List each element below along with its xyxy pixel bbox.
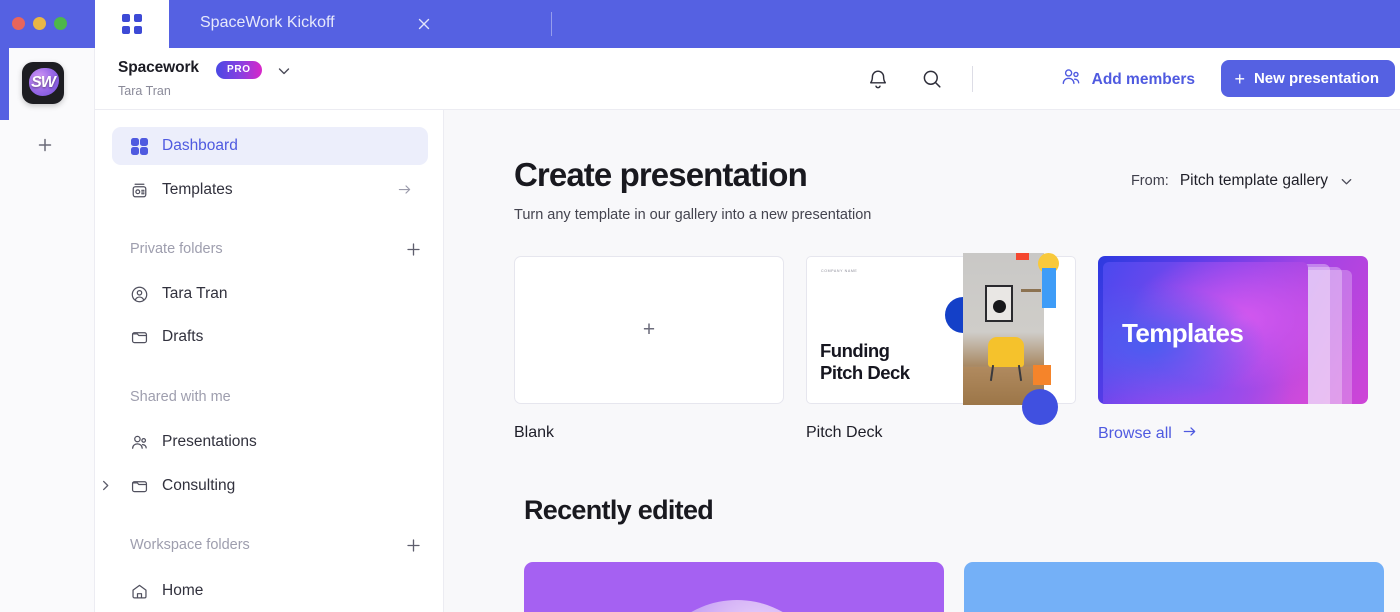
sidebar-item-dashboard[interactable]: Dashboard	[112, 127, 428, 165]
browse-all-label: Browse all	[1098, 425, 1172, 442]
rail-active-strip	[0, 48, 9, 120]
chevron-down-icon[interactable]	[1339, 174, 1354, 189]
home-icon	[130, 582, 149, 601]
templates-card-word: Templates	[1122, 318, 1244, 348]
people-icon	[1060, 66, 1082, 93]
folder-icon	[130, 477, 149, 496]
photo-wall-lamp	[1021, 289, 1041, 292]
folder-icon	[130, 328, 149, 347]
main-content: Create presentation Turn any template in…	[444, 110, 1400, 612]
add-workspace-folder-icon[interactable]	[405, 537, 422, 554]
template-card-pitch-deck[interactable]: Company name January 2024 Funding Pitch …	[806, 253, 1076, 425]
sidebar-item-label: Dashboard	[162, 137, 238, 154]
app-icon-initials: SW	[31, 74, 56, 91]
sidebar-item-tara-tran[interactable]: Tara Tran	[112, 275, 428, 313]
slide-title-line1: Funding	[820, 340, 890, 361]
slide-decor-violet-circle	[1022, 389, 1058, 425]
recently-edited-title: Recently edited	[524, 495, 714, 525]
spacework-app-icon[interactable]: SW	[22, 62, 64, 104]
user-circle-icon	[130, 285, 149, 304]
photo-yellow-chair	[988, 337, 1024, 367]
slide-decor-red-bar	[1016, 253, 1029, 260]
add-members-label: Add members	[1091, 70, 1195, 88]
workspace-user: Tara Tran	[118, 84, 171, 98]
bell-icon[interactable]	[866, 67, 890, 91]
page-title: Create presentation	[514, 156, 808, 193]
sidebar-item-label: Drafts	[162, 328, 204, 345]
recent-presentation-card-1[interactable]	[524, 562, 944, 612]
slide-title: Funding Pitch Deck	[820, 340, 910, 384]
new-presentation-label: New presentation	[1253, 70, 1379, 87]
plan-badge: PRO	[216, 61, 262, 79]
tab-divider	[551, 12, 552, 36]
maximize-window-button[interactable]	[54, 17, 67, 30]
window-traffic-lights	[12, 17, 67, 30]
sidebar-item-home[interactable]: Home	[112, 572, 428, 610]
header-divider	[972, 66, 973, 92]
sidebar: Dashboard Templates Private folders Tara…	[95, 110, 444, 612]
arrow-right-icon	[1182, 424, 1197, 444]
app-header: Spacework PRO Tara Tran Add members + Ne…	[95, 48, 1400, 110]
slide-decor-orange-square	[1033, 365, 1051, 385]
template-label-blank: Blank	[514, 424, 555, 441]
sidebar-item-label: Presentations	[162, 433, 257, 450]
plus-icon: +	[642, 318, 656, 341]
sidebar-item-label: Home	[162, 582, 204, 599]
template-card-templates-gallery[interactable]: Templates	[1098, 256, 1368, 404]
os-app-rail: SW	[0, 0, 95, 612]
sidebar-item-label: Templates	[162, 181, 233, 198]
arrow-right-icon[interactable]	[397, 182, 412, 197]
template-label-pitch-deck: Pitch Deck	[806, 424, 883, 441]
from-label: From:	[1130, 173, 1169, 189]
grid-icon	[122, 14, 142, 34]
browse-all-link[interactable]: Browse all	[1098, 424, 1197, 444]
close-window-button[interactable]	[12, 17, 25, 30]
slide-company-name: Company name	[821, 269, 858, 273]
people-icon	[130, 433, 149, 452]
sidebar-item-label: Tara Tran	[162, 285, 228, 302]
close-icon[interactable]	[415, 15, 433, 33]
recent-presentation-card-2[interactable]	[964, 562, 1384, 612]
add-private-folder-icon[interactable]	[405, 241, 422, 258]
chevron-down-icon[interactable]	[276, 63, 292, 79]
app-window: SW SpaceWork Kickoff Spacework PRO Tara …	[0, 0, 1400, 612]
minimize-window-button[interactable]	[33, 17, 46, 30]
plus-icon: +	[1234, 68, 1245, 89]
new-presentation-button[interactable]: + New presentation	[1221, 60, 1395, 97]
sidebar-section-private-folders: Private folders	[130, 241, 223, 257]
sidebar-section-workspace-folders: Workspace folders	[130, 537, 250, 553]
from-value: Pitch template gallery	[1179, 172, 1328, 189]
sidebar-item-templates[interactable]: Templates	[112, 171, 428, 209]
sidebar-item-consulting[interactable]: Consulting	[102, 467, 428, 505]
chevron-right-icon[interactable]	[99, 479, 112, 492]
slide-interior-photo	[963, 253, 1044, 405]
sidebar-item-drafts[interactable]: Drafts	[112, 318, 428, 356]
recent-card-1-orb	[644, 600, 830, 612]
browser-tab-bar: SpaceWork Kickoff	[95, 0, 1400, 48]
sidebar-item-label: Consulting	[162, 477, 236, 494]
page-subtitle: Turn any template in our gallery into a …	[514, 207, 872, 223]
add-workspace-icon[interactable]	[36, 136, 54, 154]
slide-title-line2: Pitch Deck	[820, 361, 910, 383]
sidebar-section-shared-with-me: Shared with me	[130, 389, 231, 405]
template-source-dropdown[interactable]: From: Pitch template gallery	[1131, 172, 1354, 190]
templates-icon	[130, 181, 149, 200]
search-icon[interactable]	[920, 67, 944, 91]
grid-icon	[130, 137, 149, 156]
add-members-button[interactable]: Add members	[1060, 66, 1195, 93]
slide-decor-blue-bar	[1042, 268, 1056, 308]
sidebar-item-presentations[interactable]: Presentations	[112, 423, 428, 461]
apps-grid-button[interactable]	[95, 0, 169, 48]
workspace-name: Spacework	[118, 59, 199, 76]
photo-frame-dot	[993, 300, 1006, 313]
template-card-blank[interactable]: +	[514, 256, 784, 404]
tab-title: SpaceWork Kickoff	[200, 14, 335, 31]
